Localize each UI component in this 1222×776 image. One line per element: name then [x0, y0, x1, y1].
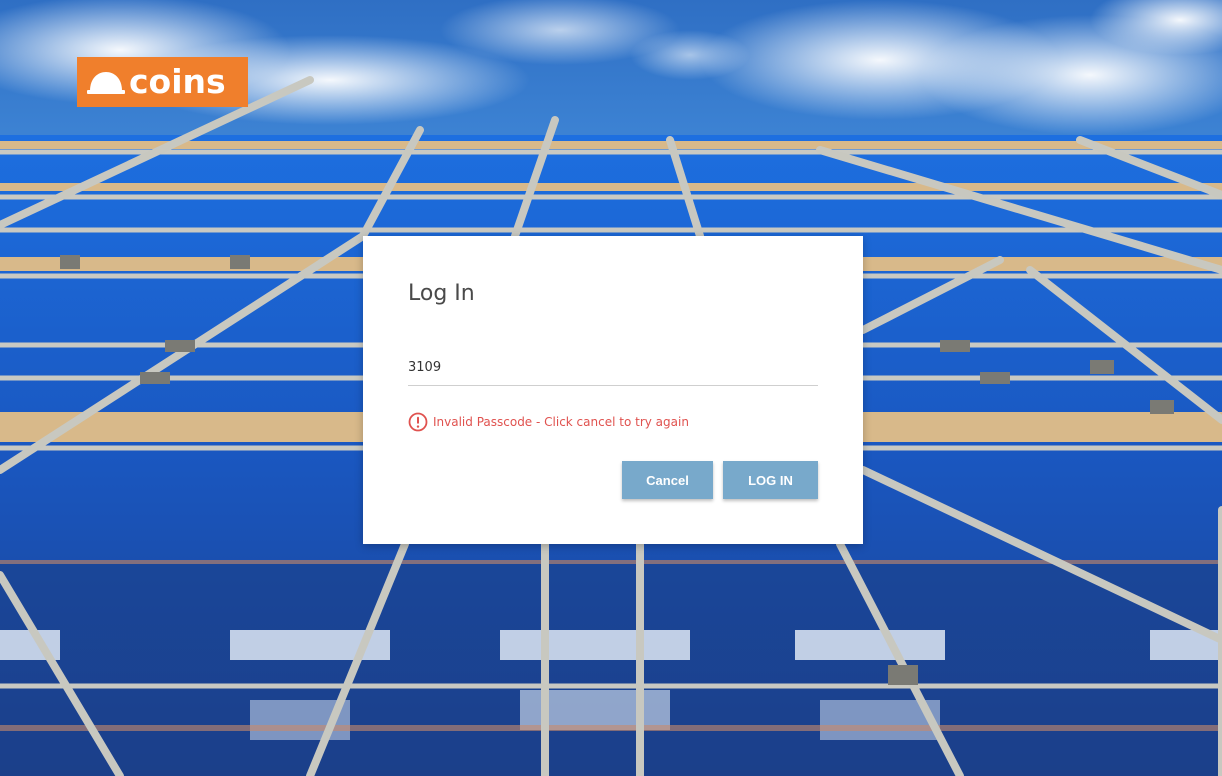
login-button[interactable]: LOG IN [723, 461, 818, 499]
error-message: Invalid Passcode - Click cancel to try a… [433, 415, 689, 429]
error-message-row: Invalid Passcode - Click cancel to try a… [408, 412, 689, 432]
hard-hat-icon [87, 72, 125, 94]
passcode-input[interactable] [408, 350, 818, 386]
coins-logo: coins [77, 57, 248, 107]
cancel-button[interactable]: Cancel [622, 461, 713, 499]
login-page: coins Log In Invalid Passcode - Click ca… [0, 0, 1222, 776]
exclamation-circle-icon [408, 412, 428, 432]
login-dialog: Log In Invalid Passcode - Click cancel t… [363, 236, 863, 544]
dialog-title: Log In [408, 281, 475, 306]
logo-text: coins [129, 61, 226, 101]
